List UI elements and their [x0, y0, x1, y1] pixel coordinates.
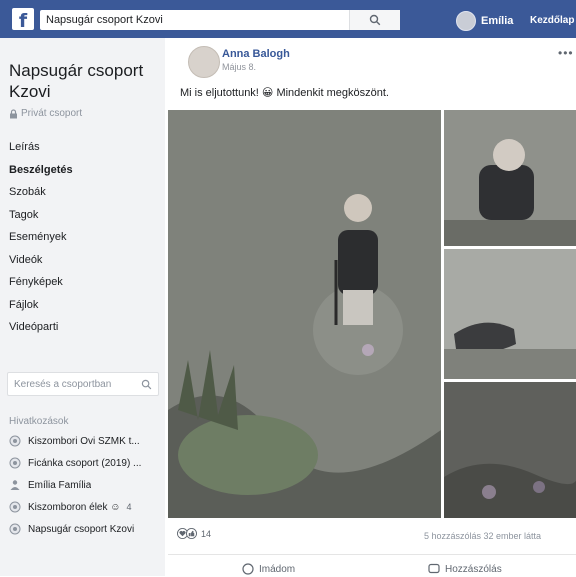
heart-outline-icon [242, 563, 254, 575]
comment-button-label: Hozzászólás [445, 563, 502, 575]
group-sidebar: Napsugár csoport Kzovi Privát csoport Le… [0, 38, 165, 576]
post-timestamp[interactable]: Május 8. [222, 62, 256, 72]
react-button[interactable]: Imádom [242, 563, 295, 575]
search-input[interactable]: Napsugár csoport Kzovi [40, 14, 349, 26]
nav-item-files[interactable]: Fájlok [0, 294, 165, 317]
shortcuts-heading: Hivatkozások [9, 416, 69, 427]
profile-link[interactable]: Emília [456, 11, 513, 31]
search-icon [369, 14, 381, 26]
group-icon [9, 435, 21, 447]
home-link[interactable]: Kezdőlap [530, 15, 574, 26]
post-stats[interactable]: 5 hozzászólás 32 ember látta [424, 531, 541, 541]
shortcuts-list: Kiszombori Ovi SZMK t... Ficánka csoport… [0, 430, 165, 540]
shortcut-item[interactable]: Kiszomboron élek ☺ 4 [0, 496, 165, 518]
nav-item-discussion[interactable]: Beszélgetés [0, 159, 165, 182]
privacy-label: Privát csoport [21, 108, 83, 119]
facebook-logo-icon[interactable]: f [12, 8, 34, 30]
family-icon [10, 480, 20, 490]
photo-content [444, 110, 576, 246]
reaction-count: 14 [201, 528, 212, 539]
post-options-button[interactable]: ••• [558, 46, 574, 60]
post-actions: Imádom Hozzászólás [168, 554, 576, 577]
post-photo[interactable] [444, 382, 576, 518]
author-avatar[interactable] [188, 46, 220, 78]
react-button-label: Imádom [259, 563, 296, 575]
search-bar[interactable]: Napsugár csoport Kzovi [40, 10, 400, 30]
search-button[interactable] [349, 10, 400, 30]
photo-content [168, 110, 441, 518]
notification-count: 4 [126, 502, 132, 512]
nav-item-description[interactable]: Leírás [0, 136, 165, 159]
group-search-input[interactable]: Keresés a csoportban [8, 379, 141, 390]
group-search[interactable]: Keresés a csoportban [7, 372, 159, 396]
photo-content [444, 249, 576, 379]
nav-item-photos[interactable]: Fényképek [0, 271, 165, 294]
post-author[interactable]: Anna Balogh [222, 48, 290, 60]
shortcut-label: Kiszomboron élek ☺ [28, 501, 121, 513]
post-photo-main[interactable] [168, 110, 441, 518]
photo-content [444, 382, 576, 518]
nav-item-events[interactable]: Események [0, 226, 165, 249]
shortcut-label: Napsugár csoport Kzovi [28, 523, 135, 535]
avatar [456, 11, 476, 31]
nav-item-watch-party[interactable]: Videóparti [0, 316, 165, 339]
like-reaction-icon [186, 528, 197, 539]
shortcut-item[interactable]: Emília Família [0, 474, 165, 496]
lock-icon [10, 108, 17, 118]
shortcut-label: Emília Família [28, 479, 92, 491]
shortcut-item[interactable]: Napsugár csoport Kzovi [0, 518, 165, 540]
post-photo[interactable] [444, 249, 576, 379]
group-title[interactable]: Napsugár csoport Kzovi [9, 60, 159, 102]
shortcut-label: Kiszombori Ovi SZMK t... [28, 435, 140, 447]
nav-item-members[interactable]: Tagok [0, 204, 165, 227]
comment-button[interactable]: Hozzászólás [428, 563, 502, 575]
post-text: Mi is eljutottunk! 😀 Mindenkit megköszön… [180, 87, 389, 99]
reactions-summary[interactable]: 14 [177, 528, 211, 539]
comment-icon [428, 563, 440, 574]
shortcut-item[interactable]: Ficánka csoport (2019) ... [0, 452, 165, 474]
shortcut-item[interactable]: Kiszombori Ovi SZMK t... [0, 430, 165, 452]
privacy-status: Privát csoport [9, 108, 82, 119]
nav-item-rooms[interactable]: Szobák [0, 181, 165, 204]
group-nav: Leírás Beszélgetés Szobák Tagok Eseménye… [0, 136, 165, 339]
top-navigation-bar: f Napsugár csoport Kzovi Emília Kezdőlap [0, 0, 576, 38]
group-icon [9, 523, 21, 535]
search-icon [141, 379, 152, 389]
user-name: Emília [481, 15, 514, 27]
post-photo[interactable] [444, 110, 576, 246]
group-icon [9, 501, 21, 513]
group-icon [9, 457, 21, 469]
nav-item-videos[interactable]: Videók [0, 249, 165, 272]
shortcut-label: Ficánka csoport (2019) ... [28, 457, 142, 469]
